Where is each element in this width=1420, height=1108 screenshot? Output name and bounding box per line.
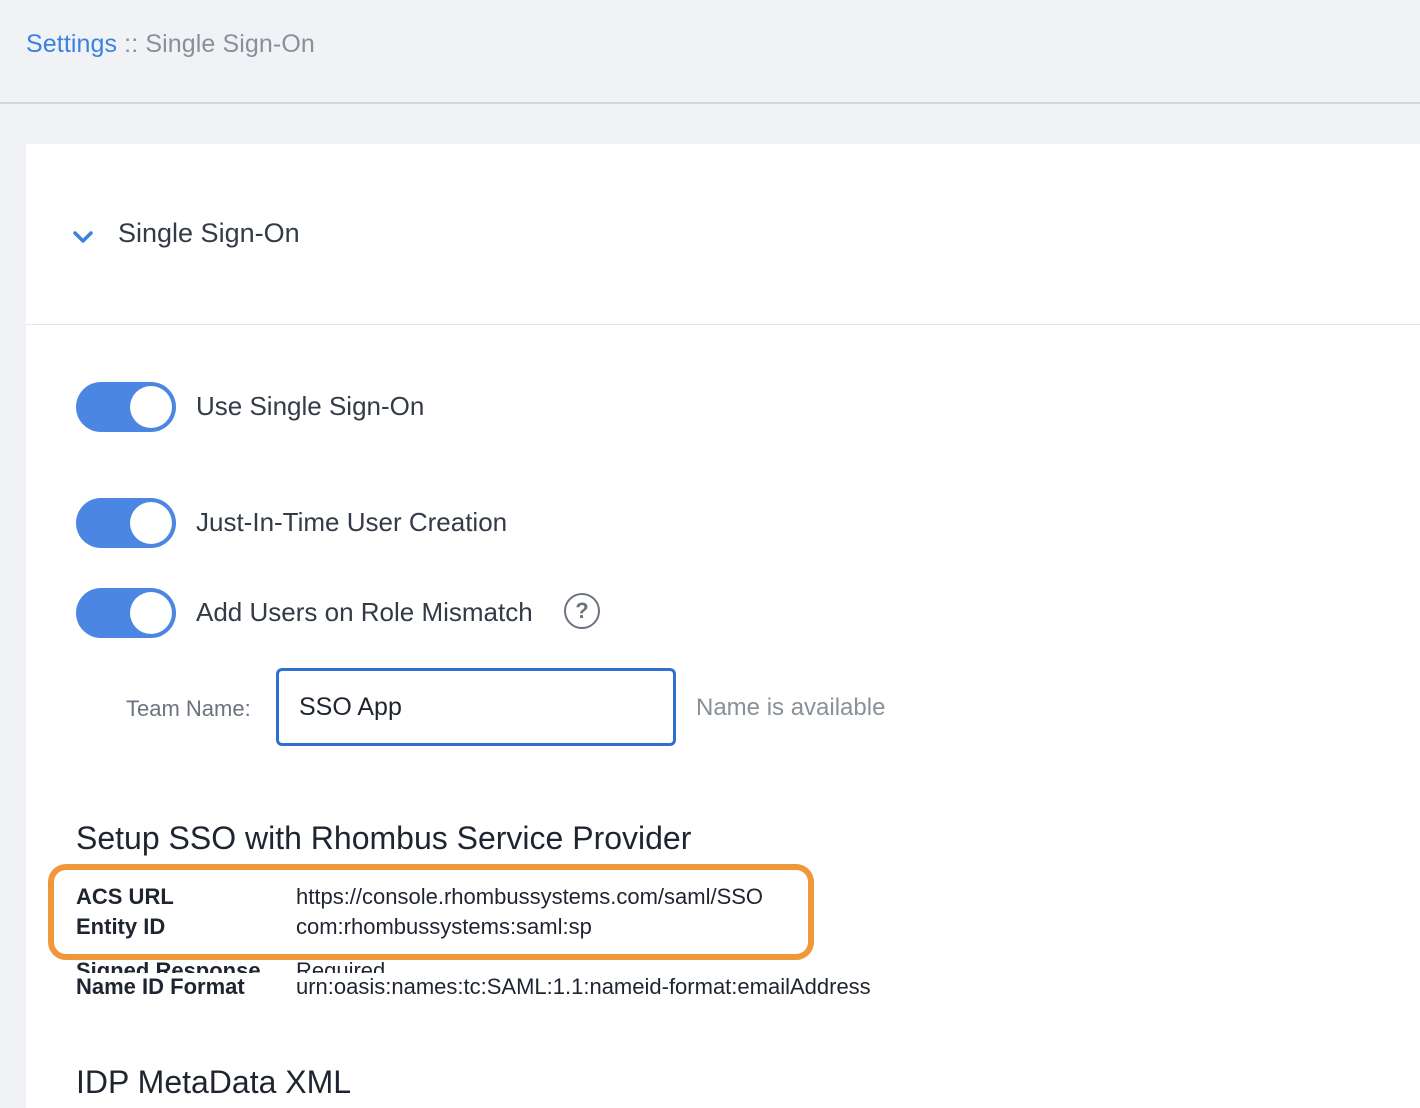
- toggle-row-jit: Just-In-Time User Creation: [76, 498, 676, 548]
- entity-id-label: Entity ID: [76, 914, 166, 939]
- chevron-down-icon[interactable]: [70, 224, 96, 250]
- use-sso-toggle[interactable]: [76, 382, 176, 432]
- section-header[interactable]: Single Sign-On: [26, 144, 1420, 325]
- highlight-box: [48, 864, 814, 960]
- toggle-row-role-mismatch: Add Users on Role Mismatch ?: [76, 588, 676, 638]
- toggle-knob: [130, 386, 172, 428]
- role-mismatch-toggle[interactable]: [76, 588, 176, 638]
- jit-user-creation-toggle[interactable]: [76, 498, 176, 548]
- service-provider-heading: Setup SSO with Rhombus Service Provider: [76, 820, 692, 856]
- toggle-knob: [130, 502, 172, 544]
- toggle-row-use-sso: Use Single Sign-On: [76, 382, 676, 432]
- section-title: Single Sign-On: [118, 218, 300, 248]
- breadcrumb: Settings :: Single Sign-On: [26, 30, 315, 59]
- breadcrumb-separator: ::: [117, 30, 146, 58]
- breadcrumb-current: Single Sign-On: [145, 30, 315, 58]
- top-bar: Settings :: Single Sign-On: [0, 0, 1420, 104]
- team-name-input[interactable]: [276, 668, 676, 746]
- idp-metadata-heading: IDP MetaData XML: [76, 1064, 352, 1100]
- acs-url-value: https://console.rhombussystems.com/saml/…: [296, 884, 764, 909]
- breadcrumb-settings-link[interactable]: Settings: [26, 30, 117, 58]
- name-id-format-label: Name ID Format: [76, 974, 245, 999]
- use-sso-label: Use Single Sign-On: [196, 391, 425, 421]
- role-mismatch-label: Add Users on Role Mismatch: [196, 597, 533, 627]
- toggle-knob: [130, 592, 172, 634]
- team-name-label: Team Name:: [126, 696, 251, 721]
- signed-response-label: Signed Response: [76, 958, 261, 973]
- name-availability-status: Name is available: [696, 694, 886, 721]
- name-id-format-value: urn:oasis:names:tc:SAML:1.1:nameid-forma…: [296, 974, 871, 999]
- entity-id-value: com:rhombussystems:saml:sp: [296, 914, 592, 939]
- signed-response-value: Required: [296, 958, 386, 973]
- question-circle-icon[interactable]: ?: [564, 593, 600, 629]
- acs-url-label: ACS URL: [76, 884, 174, 909]
- jit-user-creation-label: Just-In-Time User Creation: [196, 507, 508, 537]
